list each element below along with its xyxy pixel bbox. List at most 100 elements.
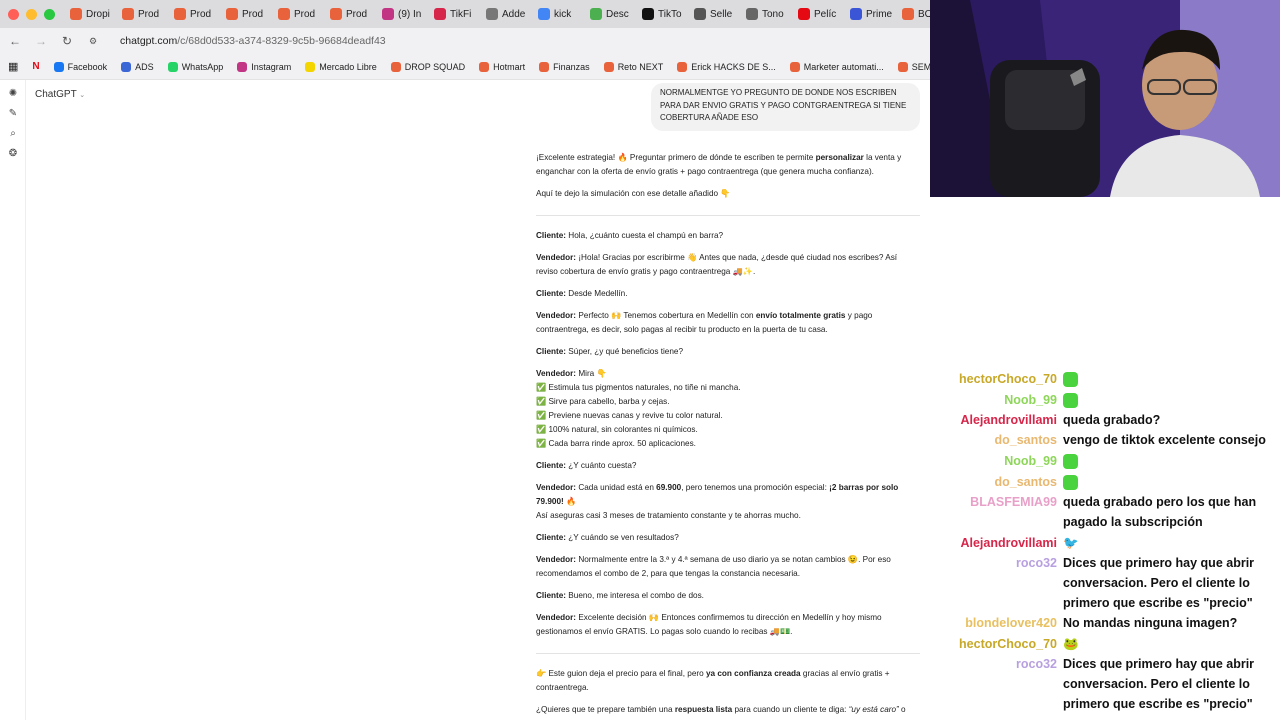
bookmark-label: SEMINARIOS ONLI...	[911, 61, 930, 72]
chat-message: BLASFEMIA99 queda grabado pero los que ha…	[930, 492, 1280, 532]
forward-arrow-icon[interactable]: →	[34, 34, 48, 48]
bookmark-item[interactable]: DROP SQUAD	[390, 61, 466, 72]
close-window-button[interactable]	[8, 8, 19, 20]
bookmark-item[interactable]: Erick HACKS DE S...	[677, 61, 776, 72]
window-controls	[8, 8, 55, 20]
chatgpt-app: ✺ ✎ ⌕ ❂ ChatGPT ⌄ NORMALMENTGE YO PREGUN…	[0, 80, 930, 720]
browser-tab[interactable]: Prod	[171, 3, 223, 25]
browser-tab[interactable]: Selle	[691, 3, 743, 25]
netflix-icon[interactable]: N	[32, 61, 39, 72]
maximize-window-button[interactable]	[44, 8, 55, 20]
bookmark-favicon-icon	[121, 61, 132, 72]
benefit-item: ✅ Previene nuevas canas y revive tu colo…	[536, 411, 723, 420]
url-field[interactable]: chatgpt.com/c/68d0d533-a374-8329-9c5b-96…	[120, 35, 386, 47]
back-arrow-icon[interactable]: ←	[8, 34, 22, 48]
new-chat-icon[interactable]: ✎	[7, 108, 19, 120]
browser-tab[interactable]: Prod	[119, 3, 171, 25]
chat-username[interactable]: do_santos	[930, 472, 1063, 492]
tab-favicon-icon	[538, 8, 550, 20]
model-selector[interactable]: ChatGPT ⌄	[35, 89, 85, 100]
tab-favicon-icon	[590, 8, 602, 20]
bookmark-item[interactable]: SEMINARIOS ONLI...	[897, 61, 930, 72]
dialog-line: Cliente: ¿Y cuándo se ven resultados?	[536, 533, 679, 542]
bookmark-label: Facebook	[67, 61, 108, 72]
browser-tab[interactable]: TikFi	[431, 3, 483, 25]
chat-username[interactable]: roco32	[930, 553, 1063, 613]
chat-message-text	[1063, 472, 1268, 492]
chat-message-text: 🐸	[1063, 637, 1079, 651]
tab-favicon-icon	[278, 8, 290, 20]
bookmark-item[interactable]: Hotmart	[479, 61, 525, 72]
tab-label: Selle	[710, 8, 733, 20]
dialog-line: Vendedor: Excelente decisión 🙌 Entonces …	[536, 613, 882, 636]
browser-tab[interactable]: TikTo	[639, 3, 691, 25]
browser-tab[interactable]: Pelíc	[795, 3, 847, 25]
chat-message-text: vengo de tiktok excelente consejo	[1063, 433, 1266, 447]
chat-username[interactable]: hectorChoco_70	[930, 369, 1063, 389]
tab-label: TikTo	[658, 8, 682, 20]
model-label: ChatGPT	[35, 89, 77, 100]
webcam-overlay	[930, 0, 1280, 197]
chat-message: do_santos	[930, 472, 1280, 492]
chat-username[interactable]: BLASFEMIA99	[930, 492, 1063, 532]
chat-message-text: No mandas ninguna imagen?	[1063, 616, 1238, 630]
bookmark-label: DROP SQUAD	[404, 61, 466, 72]
reload-icon[interactable]: ↻	[60, 34, 74, 48]
browser-tab[interactable]: BOR	[899, 3, 930, 25]
openai-logo-icon[interactable]: ✺	[7, 88, 19, 100]
chat-message: Alejandrovillami queda grabado?	[930, 410, 1280, 430]
bookmark-favicon-icon	[603, 61, 614, 72]
bookmark-item[interactable]: ADS	[121, 61, 154, 72]
url-path: /c/68d0d533-a374-8329-9c5b-96684deadf43	[177, 35, 386, 47]
chat-username[interactable]: Alejandrovillami	[930, 533, 1063, 553]
bookmark-item[interactable]: WhatsApp	[167, 61, 223, 72]
chat-username[interactable]: hectorChoco_70	[930, 634, 1063, 654]
apps-grid-icon[interactable]: ▦	[8, 60, 18, 73]
search-icon[interactable]: ⌕	[7, 128, 19, 140]
browser-tab[interactable]: Tono	[743, 3, 795, 25]
chat-message: roco32 Dices que primero hay que abrir co…	[930, 553, 1280, 613]
bookmark-item[interactable]: Reto NEXT	[603, 61, 663, 72]
chat-message: do_santos vengo de tiktok excelente conse…	[930, 430, 1280, 450]
bookmark-favicon-icon	[167, 61, 178, 72]
browser-tab[interactable]: (9) In	[379, 3, 431, 25]
browser-tab[interactable]: kick	[535, 3, 587, 25]
chat-username[interactable]: roco32	[930, 654, 1063, 714]
url-domain: chatgpt.com	[120, 35, 178, 47]
tab-favicon-icon	[174, 8, 186, 20]
site-info-icon[interactable]: ⚙	[86, 36, 100, 47]
browser-tab[interactable]: Prime	[847, 3, 899, 25]
chevron-down-icon: ⌄	[79, 92, 86, 99]
reply-intro-1: ¡Excelente estrategia! 🔥 Preguntar prime…	[536, 153, 902, 176]
bookmark-item[interactable]: Finanzas	[539, 61, 590, 72]
browser-tab[interactable]: Desc	[587, 3, 639, 25]
bookmark-favicon-icon	[305, 61, 316, 72]
chat-username[interactable]: blondelover420	[930, 613, 1063, 633]
chat-username[interactable]: Noob_99	[930, 451, 1063, 471]
browser-tab[interactable]: Prod	[327, 3, 379, 25]
browser-tab[interactable]: Dropi	[67, 3, 119, 25]
bookmark-item[interactable]: Facebook	[53, 61, 108, 72]
browser-tab[interactable]: Adde	[483, 3, 535, 25]
library-icon[interactable]: ❂	[7, 148, 19, 160]
browser-tab[interactable]: Prod	[275, 3, 327, 25]
chat-username[interactable]: Noob_99	[930, 390, 1063, 410]
webcam-scene	[930, 0, 1280, 197]
minimize-window-button[interactable]	[26, 8, 37, 20]
dialog-line: Cliente: Hola, ¿cuánto cuesta el champú …	[536, 231, 724, 240]
chat-message-text: queda grabado pero los que han pagado la…	[1063, 495, 1257, 529]
chat-message-text: Dices que primero hay que abrir conversa…	[1063, 556, 1255, 610]
bookmark-item[interactable]: Mercado Libre	[305, 61, 377, 72]
chat-message-text: 🐦	[1063, 536, 1079, 550]
chat-username[interactable]: Alejandrovillami	[930, 410, 1063, 430]
dialog-line: Cliente: Súper, ¿y qué beneficios tiene?	[536, 347, 684, 356]
tab-label: Prod	[190, 8, 212, 20]
chat-message-text	[1063, 390, 1268, 410]
browser-tab[interactable]: Prod	[223, 3, 275, 25]
bookmark-item[interactable]: Marketer automati...	[789, 61, 884, 72]
chat-username[interactable]: do_santos	[930, 430, 1063, 450]
tab-favicon-icon	[642, 8, 654, 20]
chat-message: blondelover420 No mandas ninguna imagen?	[930, 613, 1280, 633]
bookmark-item[interactable]: Instagram	[237, 61, 291, 72]
tab-favicon-icon	[746, 8, 758, 20]
